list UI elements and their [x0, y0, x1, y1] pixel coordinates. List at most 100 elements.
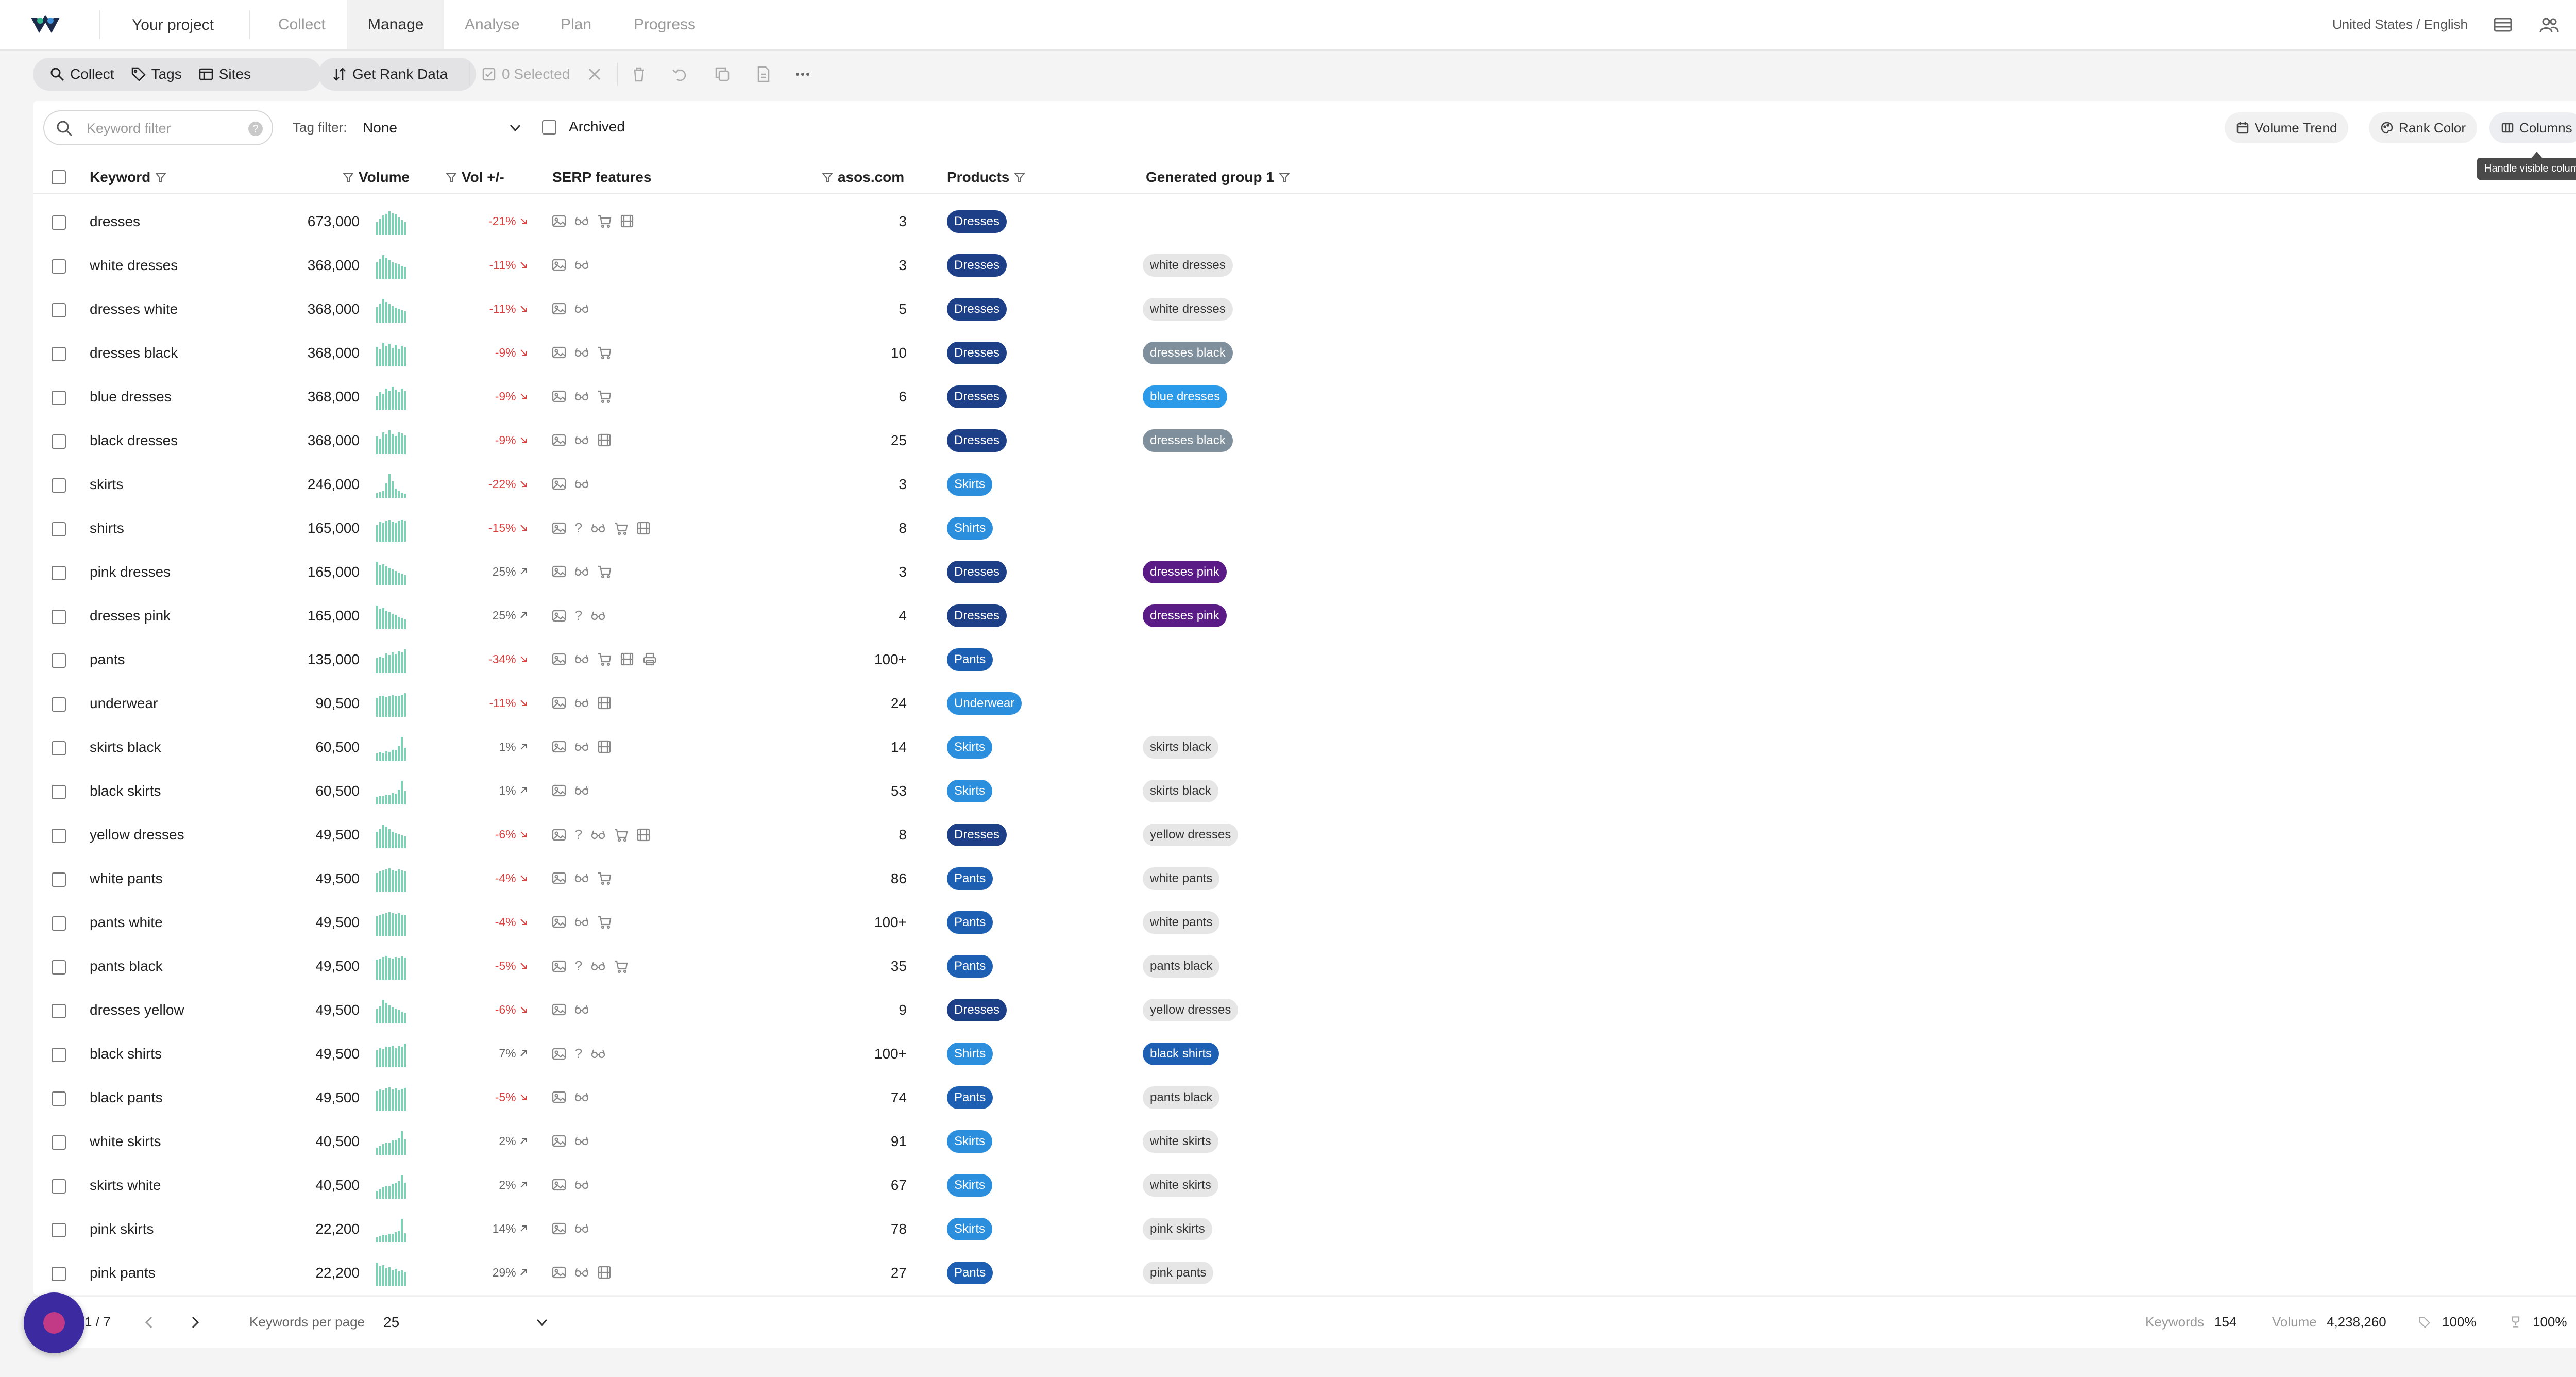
- keyword-cell[interactable]: white dresses: [90, 257, 178, 274]
- group-pill[interactable]: white pants: [1143, 911, 1220, 934]
- chevron-right-icon[interactable]: [188, 1315, 202, 1330]
- more-options-icon[interactable]: [793, 65, 812, 83]
- table-row[interactable]: dresses yellow 49,500 -6% 9 Dresses yellow d…: [33, 988, 2576, 1032]
- table-row[interactable]: pink dresses 165,000 25% 3 Dresses dresses p…: [33, 550, 2576, 594]
- table-row[interactable]: white dresses 368,000 -11% 3 Dresses white d…: [33, 244, 2576, 288]
- product-pill[interactable]: Skirts: [947, 736, 992, 759]
- sites-button[interactable]: Sites: [190, 58, 259, 91]
- group-pill[interactable]: dresses pink: [1143, 561, 1227, 583]
- table-row[interactable]: pants 135,000 -34% 100+ Pants: [33, 638, 2576, 682]
- group-pill[interactable]: white skirts: [1143, 1130, 1218, 1153]
- row-checkbox[interactable]: [52, 303, 66, 317]
- product-pill[interactable]: Pants: [947, 911, 993, 934]
- product-pill[interactable]: Underwear: [947, 692, 1022, 715]
- group-pill[interactable]: white dresses: [1143, 254, 1233, 277]
- row-checkbox[interactable]: [52, 872, 66, 887]
- table-row[interactable]: yellow dresses 49,500 -6% ? 8 Dresses yellow …: [33, 813, 2576, 857]
- product-pill[interactable]: Shirts: [947, 517, 993, 540]
- keyword-cell[interactable]: shirts: [90, 520, 124, 536]
- group-pill[interactable]: skirts black: [1143, 780, 1218, 802]
- keyword-cell[interactable]: dresses yellow: [90, 1002, 184, 1018]
- product-pill[interactable]: Pants: [947, 867, 993, 890]
- product-pill[interactable]: Pants: [947, 648, 993, 671]
- product-pill[interactable]: Skirts: [947, 1174, 992, 1197]
- group-pill[interactable]: blue dresses: [1143, 385, 1228, 408]
- clear-selection-icon[interactable]: [585, 65, 604, 83]
- tab-progress[interactable]: Progress: [613, 0, 716, 49]
- per-page-select[interactable]: 25: [383, 1309, 548, 1336]
- group-pill[interactable]: pink skirts: [1143, 1218, 1212, 1240]
- keyword-cell[interactable]: dresses white: [90, 301, 178, 317]
- row-checkbox[interactable]: [52, 653, 66, 668]
- row-checkbox[interactable]: [52, 522, 66, 536]
- table-row[interactable]: blue dresses 368,000 -9% 6 Dresses blue dres…: [33, 375, 2576, 419]
- keyword-cell[interactable]: blue dresses: [90, 389, 172, 405]
- table-row[interactable]: pink skirts 22,200 14% 78 Skirts pink skirts: [33, 1207, 2576, 1251]
- group-pill[interactable]: yellow dresses: [1143, 824, 1239, 846]
- table-row[interactable]: skirts white 40,500 2% 67 Skirts white skirt…: [33, 1164, 2576, 1207]
- keyword-cell[interactable]: white skirts: [90, 1133, 161, 1150]
- row-checkbox[interactable]: [52, 215, 66, 230]
- keyword-cell[interactable]: black pants: [90, 1089, 163, 1106]
- tab-plan[interactable]: Plan: [540, 0, 612, 49]
- row-checkbox[interactable]: [52, 1223, 66, 1237]
- column-header-generated-group[interactable]: Generated group 1: [1146, 169, 1291, 186]
- group-pill[interactable]: white pants: [1143, 867, 1220, 890]
- row-checkbox[interactable]: [52, 697, 66, 712]
- filter-icon[interactable]: [1013, 171, 1026, 183]
- tab-collect[interactable]: Collect: [258, 0, 346, 49]
- row-checkbox[interactable]: [52, 566, 66, 580]
- row-checkbox[interactable]: [52, 1179, 66, 1194]
- row-checkbox[interactable]: [52, 1004, 66, 1018]
- tab-analyse[interactable]: Analyse: [444, 0, 540, 49]
- group-pill[interactable]: pants black: [1143, 1086, 1220, 1109]
- keyword-cell[interactable]: pants black: [90, 958, 163, 975]
- table-row[interactable]: black dresses 368,000 -9% 25 Dresses dresses…: [33, 419, 2576, 463]
- users-icon[interactable]: [2539, 14, 2560, 35]
- table-row[interactable]: dresses black 368,000 -9% 10 Dresses dresses…: [33, 331, 2576, 375]
- table-row[interactable]: shirts 165,000 -15% ? 8 Shirts: [33, 507, 2576, 550]
- group-pill[interactable]: white skirts: [1143, 1174, 1218, 1197]
- table-row[interactable]: black pants 49,500 -5% 74 Pants pants black: [33, 1076, 2576, 1120]
- keyword-cell[interactable]: skirts: [90, 476, 123, 493]
- row-checkbox[interactable]: [52, 1267, 66, 1281]
- column-header-products[interactable]: Products: [947, 169, 1026, 186]
- product-pill[interactable]: Shirts: [947, 1043, 993, 1065]
- column-header-vol-change[interactable]: Vol +/-: [445, 169, 504, 186]
- group-pill[interactable]: dresses pink: [1143, 604, 1227, 627]
- keyword-cell[interactable]: dresses: [90, 213, 140, 230]
- export-document-icon[interactable]: [754, 65, 773, 83]
- row-checkbox[interactable]: [52, 916, 66, 931]
- row-checkbox[interactable]: [52, 259, 66, 274]
- product-pill[interactable]: Dresses: [947, 429, 1007, 452]
- product-pill[interactable]: Dresses: [947, 561, 1007, 583]
- rank-color-button[interactable]: Rank Color: [2369, 112, 2478, 143]
- product-pill[interactable]: Dresses: [947, 824, 1007, 846]
- product-pill[interactable]: Dresses: [947, 254, 1007, 277]
- table-row[interactable]: pants white 49,500 -4% 100+ Pants white pant…: [33, 901, 2576, 945]
- table-row[interactable]: skirts black 60,500 1% 14 Skirts skirts blac…: [33, 726, 2576, 769]
- product-pill[interactable]: Skirts: [947, 1130, 992, 1153]
- trash-icon[interactable]: [630, 65, 648, 83]
- keyword-cell[interactable]: pants: [90, 651, 125, 668]
- filter-icon[interactable]: [821, 171, 834, 183]
- group-pill[interactable]: dresses black: [1143, 342, 1233, 364]
- columns-button[interactable]: Columns: [2489, 112, 2576, 143]
- filter-icon[interactable]: [155, 171, 167, 183]
- row-checkbox[interactable]: [52, 785, 66, 799]
- product-pill[interactable]: Skirts: [947, 473, 992, 496]
- group-pill[interactable]: white dresses: [1143, 298, 1233, 321]
- chat-support-button[interactable]: [24, 1292, 84, 1353]
- product-pill[interactable]: Dresses: [947, 210, 1007, 233]
- volume-trend-button[interactable]: Volume Trend: [2225, 112, 2349, 143]
- table-row[interactable]: black skirts 60,500 1% 53 Skirts skirts blac…: [33, 769, 2576, 813]
- product-pill[interactable]: Skirts: [947, 1218, 992, 1240]
- select-all-checkbox[interactable]: [52, 170, 66, 184]
- group-pill[interactable]: black shirts: [1143, 1043, 1219, 1065]
- row-checkbox[interactable]: [52, 1048, 66, 1062]
- keyword-cell[interactable]: skirts black: [90, 739, 161, 755]
- filter-icon[interactable]: [342, 171, 354, 183]
- product-pill[interactable]: Skirts: [947, 780, 992, 802]
- keyword-cell[interactable]: pink skirts: [90, 1221, 154, 1237]
- table-row[interactable]: skirts 246,000 -22% 3 Skirts: [33, 463, 2576, 507]
